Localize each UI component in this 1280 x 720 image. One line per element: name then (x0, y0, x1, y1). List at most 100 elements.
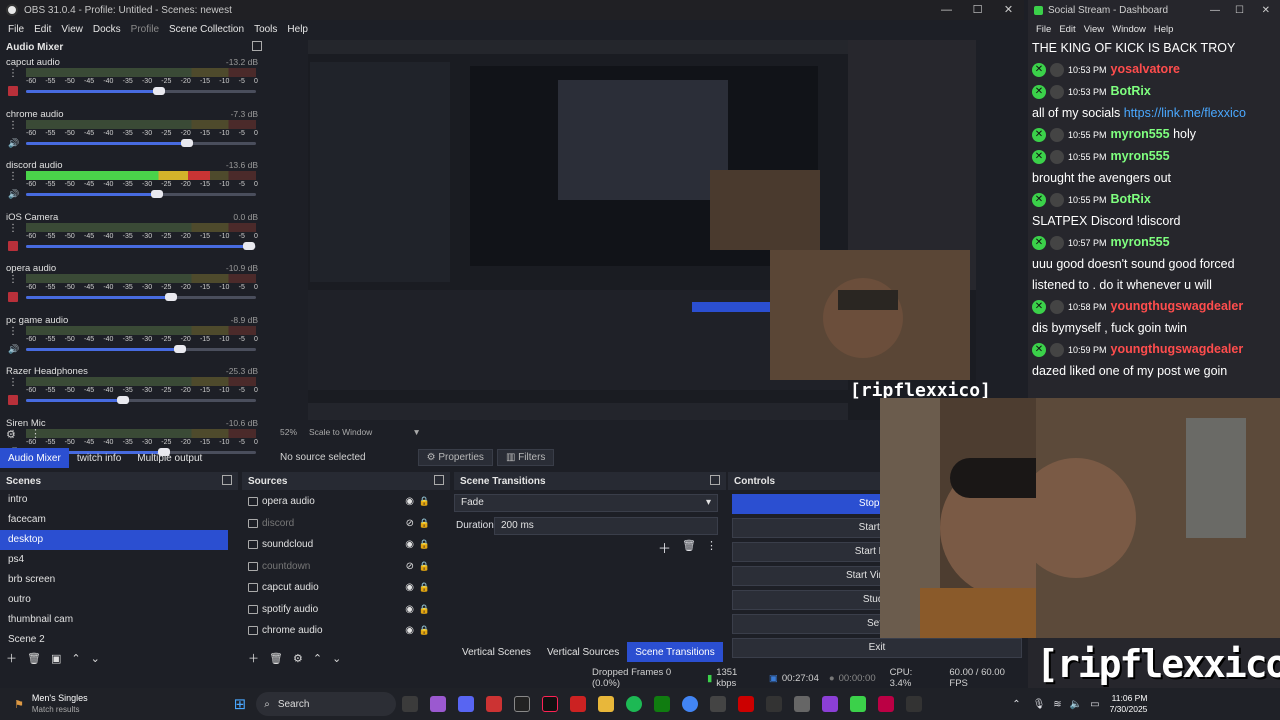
menu-file[interactable]: File (8, 24, 24, 35)
source-item[interactable]: soundcloud ◉ 🔒 (242, 534, 442, 556)
menu-view[interactable]: View (61, 24, 83, 35)
menu-docks[interactable]: Docks (93, 24, 121, 35)
lock-icon[interactable]: 🔒 (419, 539, 430, 550)
channel-menu-icon[interactable]: ⋮ (8, 275, 18, 285)
visibility-eye-icon[interactable]: ◉ (405, 496, 414, 507)
source-item[interactable]: chrome audio ◉ 🔒 (242, 620, 442, 642)
mixer-menu-icon[interactable]: ⋮ (30, 427, 41, 440)
steam-icon[interactable] (766, 696, 783, 712)
obs-icon[interactable] (514, 696, 531, 712)
menu-profile[interactable]: Profile (131, 24, 159, 35)
mixer-settings-gear-icon[interactable]: ⚙ (6, 428, 16, 441)
add-scene-icon[interactable]: ＋ (6, 650, 17, 666)
scene-item[interactable]: facecam (0, 510, 228, 530)
scenes-undock-icon[interactable] (222, 475, 232, 485)
channel-menu-icon[interactable]: ⋮ (8, 172, 18, 182)
undock-icon[interactable] (252, 41, 262, 51)
source-item[interactable]: discord ⊘ 🔒 (242, 513, 442, 535)
lock-icon[interactable]: 🔒 (419, 582, 430, 593)
volume-slider[interactable] (26, 87, 256, 95)
social-stream-app-icon[interactable] (850, 696, 867, 712)
news-widget[interactable]: Men's Singles Match results (32, 693, 88, 715)
taskbar-search[interactable]: ⌕ Search (256, 692, 397, 716)
muted-speaker-icon[interactable] (8, 86, 18, 96)
hidden-eye-icon[interactable]: ⊘ (406, 518, 414, 529)
source-item[interactable]: countdown ⊘ 🔒 (242, 556, 442, 578)
menu-tools[interactable]: Tools (254, 24, 277, 35)
visibility-eye-icon[interactable]: ◉ (405, 604, 414, 615)
ss-minimize-button[interactable]: — (1210, 5, 1220, 16)
hidden-eye-icon[interactable]: ⊘ (406, 561, 414, 572)
sources-undock-icon[interactable] (434, 475, 444, 485)
tray-chevron-icon[interactable]: ⌃ (1012, 699, 1020, 710)
volume-slider[interactable] (26, 396, 256, 404)
chat-username[interactable]: yosalvatore (1111, 62, 1180, 76)
menu-edit[interactable]: Edit (34, 24, 51, 35)
capcut-icon[interactable] (486, 696, 503, 712)
tab-vertical-scenes[interactable]: Vertical Scenes (454, 642, 539, 662)
volume-slider-knob[interactable] (174, 344, 187, 353)
chat-username[interactable]: youngthugswagdealer (1111, 342, 1244, 356)
tab-multiple-output[interactable]: Multiple output (129, 448, 210, 468)
speaker-icon[interactable]: 🔊 (8, 344, 19, 354)
speaker-icon[interactable]: 🔊 (8, 138, 19, 148)
filters-button[interactable]: ▥ Filters (496, 448, 555, 466)
volume-slider-knob[interactable] (151, 190, 164, 198)
exit-button[interactable]: Exit (732, 638, 1022, 658)
task-view-icon[interactable] (402, 696, 419, 712)
tiktok-icon[interactable] (542, 696, 559, 712)
mic-icon[interactable]: 🎙 (1033, 699, 1046, 710)
muted-speaker-icon[interactable] (8, 292, 18, 302)
printer-icon[interactable] (794, 696, 811, 712)
chat-username[interactable]: BotRix (1111, 192, 1151, 206)
discord-icon[interactable] (458, 696, 475, 712)
muted-speaker-icon[interactable] (8, 240, 18, 251)
source-item[interactable]: capcut audio ◉ 🔒 (242, 577, 442, 599)
lock-icon[interactable]: 🔒 (419, 561, 430, 572)
terminal-icon[interactable] (906, 696, 923, 712)
wifi-icon[interactable]: ≋ (1053, 699, 1061, 710)
add-transition-icon[interactable]: ＋ (658, 538, 671, 557)
spotify-icon[interactable] (626, 696, 643, 712)
zoom-dropdown-chevron-icon[interactable]: ▼ (412, 427, 420, 437)
scene-item[interactable]: ps4 (0, 550, 228, 570)
maximize-button[interactable]: ☐ (962, 0, 993, 20)
transitions-undock-icon[interactable] (710, 475, 720, 485)
scene-item[interactable]: desktop (0, 530, 228, 550)
ss-menu-view[interactable]: View (1084, 24, 1104, 35)
app-pink-icon[interactable] (878, 696, 895, 712)
ss-menu-help[interactable]: Help (1154, 24, 1174, 35)
opera-icon[interactable] (570, 696, 587, 712)
volume-slider[interactable] (26, 293, 256, 301)
remove-transition-icon[interactable]: 🗑 (682, 539, 696, 552)
close-button[interactable]: ✕ (993, 0, 1024, 20)
xbox-icon[interactable] (654, 696, 671, 712)
chat-username[interactable]: BotRix (1111, 84, 1151, 98)
clock[interactable]: 11:06 PM 7/30/2025 (1110, 693, 1148, 715)
chat-username[interactable]: youngthugswagdealer (1111, 299, 1244, 313)
ss-menu-file[interactable]: File (1036, 24, 1051, 35)
move-up-icon[interactable]: ⌃ (71, 652, 80, 665)
tab-vertical-sources[interactable]: Vertical Sources (539, 642, 627, 662)
message-link[interactable]: https://link.me/flexxico (1124, 106, 1246, 120)
source-down-icon[interactable]: ⌄ (332, 652, 341, 665)
scene-item[interactable]: intro (0, 490, 228, 510)
volume-slider-knob[interactable] (181, 138, 193, 147)
channel-menu-icon[interactable]: ⋮ (8, 69, 18, 79)
channel-menu-icon[interactable]: ⋮ (8, 378, 18, 388)
app-red-icon[interactable] (738, 696, 755, 712)
ss-maximize-button[interactable]: ☐ (1235, 5, 1244, 16)
menu-scene-collection[interactable]: Scene Collection (169, 24, 244, 35)
transition-select[interactable]: Fade ▾ (454, 494, 718, 512)
tab-twitch-info[interactable]: twitch info (69, 448, 129, 468)
remove-scene-icon[interactable]: 🗑 (27, 652, 41, 665)
lock-icon[interactable]: 🔒 (419, 518, 430, 529)
volume-slider-knob[interactable] (164, 293, 177, 301)
scene-item[interactable]: outro (0, 590, 228, 610)
minimize-button[interactable]: — (931, 0, 962, 20)
ss-menu-window[interactable]: Window (1112, 24, 1146, 35)
scene-item[interactable]: brb screen (0, 570, 228, 590)
tab-audio-mixer[interactable]: Audio Mixer (0, 448, 69, 468)
app-purple-icon[interactable] (822, 696, 839, 712)
visibility-eye-icon[interactable]: ◉ (405, 539, 414, 550)
